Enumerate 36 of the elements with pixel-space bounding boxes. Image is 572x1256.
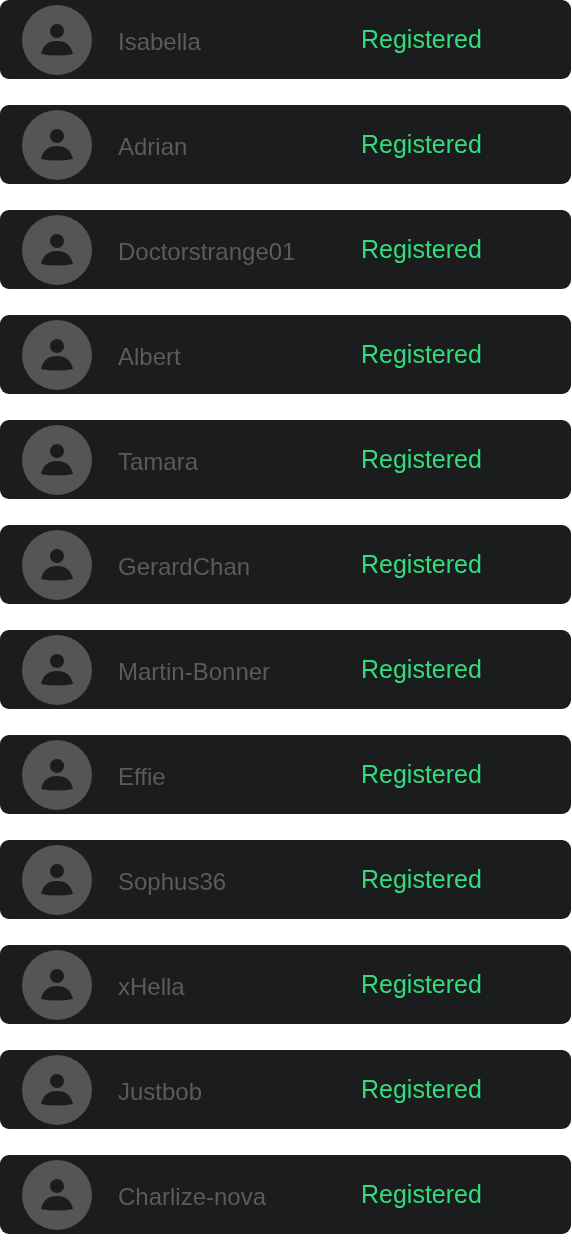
user-name: GerardChan (118, 551, 252, 581)
status-label: Registered (361, 865, 482, 894)
user-name: Martin-Bonner (118, 656, 272, 686)
user-name: Justbob (118, 1076, 204, 1106)
avatar-icon (22, 844, 92, 915)
user-name: xHella (118, 971, 186, 1001)
avatar-icon (22, 949, 92, 1020)
status-label: Registered (361, 235, 482, 264)
user-name: Doctorstrange01 (118, 236, 297, 266)
user-name: Tamara (118, 446, 200, 476)
status-label: Registered (361, 970, 482, 999)
avatar-icon (22, 634, 92, 705)
avatar-icon (22, 1159, 92, 1230)
status-label: Registered (361, 550, 482, 579)
user-name: Adrian (118, 131, 189, 161)
avatar-icon (22, 424, 92, 495)
avatar-icon (22, 529, 92, 600)
status-label: Registered (361, 1075, 482, 1104)
user-name: Sophus36 (118, 866, 228, 896)
avatar-icon (22, 1054, 92, 1125)
status-label: Registered (361, 655, 482, 684)
status-label: Registered (361, 130, 482, 159)
user-name: Effie (118, 761, 167, 791)
status-label: Registered (361, 760, 482, 789)
status-label: Registered (361, 445, 482, 474)
status-label: Registered (361, 340, 482, 369)
status-label: Registered (361, 1180, 482, 1209)
status-label: Registered (361, 25, 482, 54)
avatar-icon (22, 739, 92, 810)
avatar-icon (22, 109, 92, 180)
avatar-icon (22, 214, 92, 285)
avatar-icon (22, 319, 92, 390)
user-name: Charlize-nova (118, 1181, 268, 1211)
user-name: Albert (118, 341, 182, 371)
user-name: Isabella (118, 26, 202, 56)
avatar-icon (22, 4, 92, 75)
